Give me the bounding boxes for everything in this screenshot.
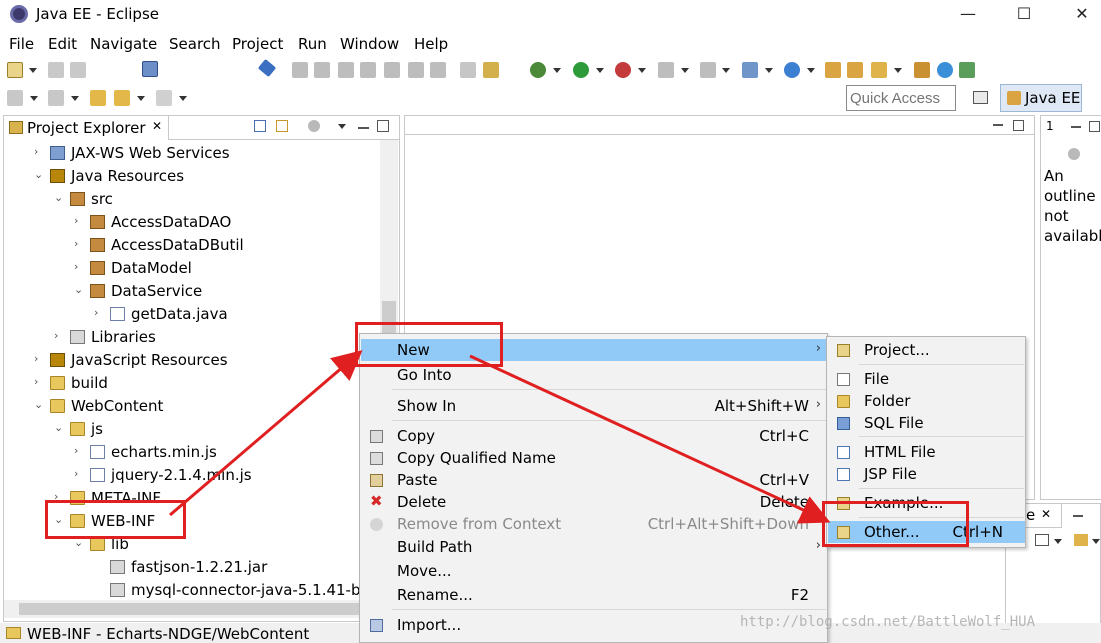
annotation-arrows xyxy=(169,350,831,524)
annotation-arrow xyxy=(169,350,363,517)
annotation-arrow xyxy=(469,354,831,524)
watermark-text: http://blog.csdn.net/BattleWolf_HUA xyxy=(740,614,1036,630)
